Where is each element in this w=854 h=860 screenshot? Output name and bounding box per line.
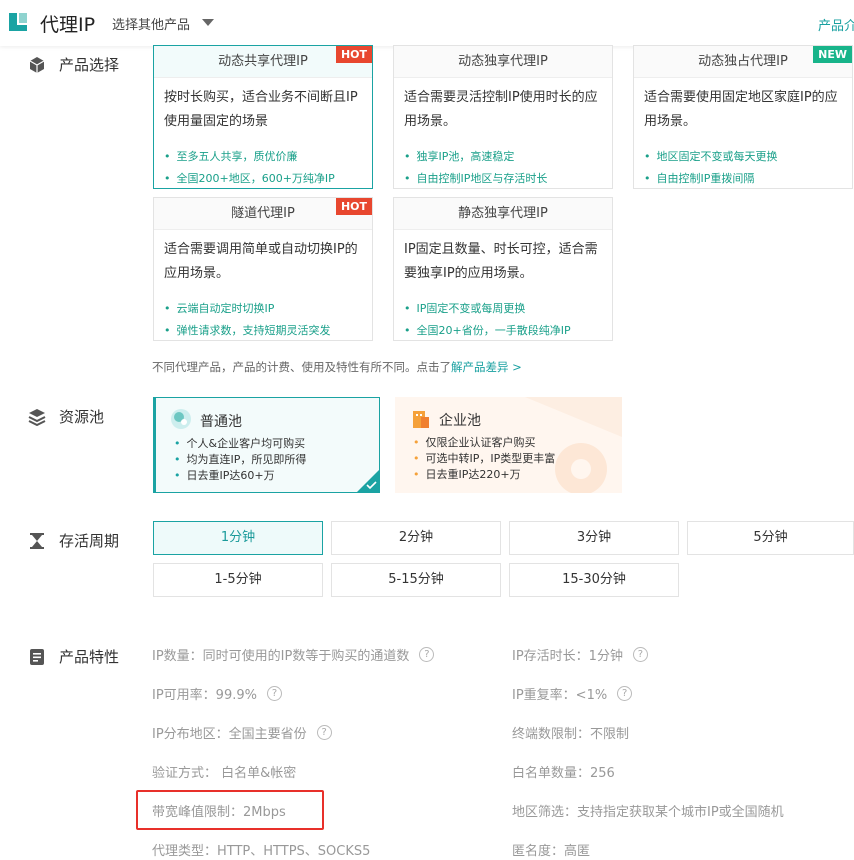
product-card-static-exclusive[interactable]: 静态独享代理IP IP固定且数量、时长可控，适合需要独享IP的应用场景。 IP固… (393, 197, 613, 341)
section-product-select: 产品选择 (28, 54, 119, 75)
product-card-desc: 适合需要使用固定地区家庭IP的应用场景。 (644, 90, 838, 129)
hot-badge: HOT (335, 198, 372, 215)
chevron-down-icon[interactable] (202, 19, 214, 26)
pool-normal-icon (171, 409, 191, 429)
list-item: 可选中转IP，IP类型更丰富 (413, 451, 556, 467)
list-item: 自由控制IP地区与存活时长 (404, 168, 612, 188)
product-intro-link[interactable]: 产品介 (818, 15, 854, 34)
duration-option-5min[interactable]: 5分钟 (687, 521, 854, 555)
list-item: 云端自动定时切换IP (164, 298, 372, 320)
feature-ip-availability: IP可用率：99.9%? (152, 684, 282, 703)
product-logo-icon (9, 13, 27, 31)
feature-auth-method: 验证方式： 白名单&帐密 (152, 766, 297, 781)
product-card-desc: 按时长购买，适合业务不间断且IP使用量固定的场景 (164, 90, 358, 129)
help-icon[interactable]: ? (419, 647, 435, 662)
section-survival-period: 存活周期 (28, 530, 119, 551)
hot-badge: HOT (335, 46, 372, 63)
list-item: 日去重IP达60+万 (174, 468, 306, 484)
building-icon (413, 411, 429, 428)
list-item: 均为直连IP，所见即所得 (174, 452, 307, 468)
help-icon[interactable]: ? (617, 686, 633, 701)
product-card-desc: IP固定且数量、时长可控，适合需要独享IP的应用场景。 (404, 242, 598, 281)
layers-icon (28, 408, 46, 426)
section-product-features: 产品特性 (28, 646, 119, 667)
product-diff-note: 不同代理产品，产品的计费、使用及特性有所不同。点击了解产品差异 > (152, 360, 522, 374)
product-card-desc: 适合需要调用简单或自动切换IP的应用场景。 (164, 242, 358, 281)
feature-terminal-limit: 终端数限制：不限制 (512, 727, 630, 742)
product-diff-link[interactable]: 解产品差异 > (451, 360, 522, 374)
feature-anonymity: 匿名度：高匿 (512, 844, 591, 859)
select-other-product[interactable]: 选择其他产品 (112, 14, 190, 33)
duration-option-15-30min[interactable]: 15-30分钟 (509, 563, 679, 597)
page-title: 代理IP (40, 14, 96, 36)
feature-ip-lifetime: IP存活时长：1分钟? (512, 645, 648, 664)
product-card-title: 静态独享代理IP (394, 198, 612, 230)
duration-option-3min[interactable]: 3分钟 (509, 521, 679, 555)
document-icon (28, 648, 46, 666)
list-item: 自由控制IP重拨间隔 (644, 168, 852, 188)
list-item: 全国200+地区，600+万纯净IP (164, 168, 372, 188)
list-item: 日去重IP达220+万 (413, 467, 555, 483)
list-item: 全国20+省份，一手散段纯净IP (404, 320, 612, 340)
pool-title: 企业池 (439, 413, 481, 429)
hourglass-icon (28, 532, 46, 550)
feature-ip-repeat-rate: IP重复率：<1%? (512, 684, 633, 703)
product-card-dynamic-shared[interactable]: 动态共享代理IP HOT 按时长购买，适合业务不间断且IP使用量固定的场景 至多… (153, 45, 373, 189)
product-card-dynamic-exclusive[interactable]: 动态独享代理IP 适合需要灵活控制IP使用时长的应用场景。 独享IP池，高速稳定… (393, 45, 613, 189)
product-card-desc: 适合需要灵活控制IP使用时长的应用场景。 (404, 90, 598, 129)
feature-region-filter: 地区筛选：支持指定获取某个城市IP或全国随机 (512, 805, 784, 820)
check-icon (357, 470, 379, 492)
pool-card-enterprise[interactable]: 企业池 仅限企业认证客户购买 可选中转IP，IP类型更丰富 日去重IP达220+… (395, 397, 622, 493)
section-resource-pool: 资源池 (28, 406, 104, 427)
list-item: IP固定不变或每周更换 (404, 298, 612, 320)
list-item: 独享IP池，高速稳定 (404, 146, 612, 168)
list-item: 个人&企业客户均可购买 (174, 436, 306, 452)
top-header: 代理IP 选择其他产品 产品介 (0, 0, 854, 46)
cube-icon (28, 56, 46, 74)
help-icon[interactable]: ? (316, 725, 332, 740)
product-card-dynamic-dedicated[interactable]: 动态独占代理IP NEW 适合需要使用固定地区家庭IP的应用场景。 地区固定不变… (633, 45, 853, 189)
new-badge: NEW (813, 46, 852, 63)
feature-whitelist-count: 白名单数量：256 (512, 766, 615, 781)
feature-ip-region: IP分布地区：全国主要省份? (152, 723, 332, 742)
duration-option-5-15min[interactable]: 5-15分钟 (331, 563, 501, 597)
help-icon[interactable]: ? (632, 647, 648, 662)
list-item: 弹性请求数，支持短期灵活突发 (164, 320, 372, 340)
list-item: 地区固定不变或每天更换 (644, 146, 852, 168)
duration-option-2min[interactable]: 2分钟 (331, 521, 501, 555)
pool-card-normal[interactable]: 普通池 个人&企业客户均可购买 均为直连IP，所见即所得 日去重IP达60+万 (153, 397, 380, 493)
duration-option-1min[interactable]: 1分钟 (153, 521, 323, 555)
list-item: 至多五人共享，质优价廉 (164, 146, 372, 168)
list-item: 仅限企业认证客户购买 (413, 435, 555, 451)
highlight-box (136, 790, 324, 830)
product-card-title: 动态独享代理IP (394, 46, 612, 78)
feature-ip-count: IP数量：同时可使用的IP数等于购买的通道数? (152, 645, 435, 664)
product-card-tunnel[interactable]: 隧道代理IP HOT 适合需要调用简单或自动切换IP的应用场景。 云端自动定时切… (153, 197, 373, 341)
help-icon[interactable]: ? (266, 686, 282, 701)
pool-title: 普通池 (200, 414, 242, 430)
feature-proxy-type: 代理类型：HTTP、HTTPS、SOCKS5 (152, 844, 371, 859)
duration-option-1-5min[interactable]: 1-5分钟 (153, 563, 323, 597)
